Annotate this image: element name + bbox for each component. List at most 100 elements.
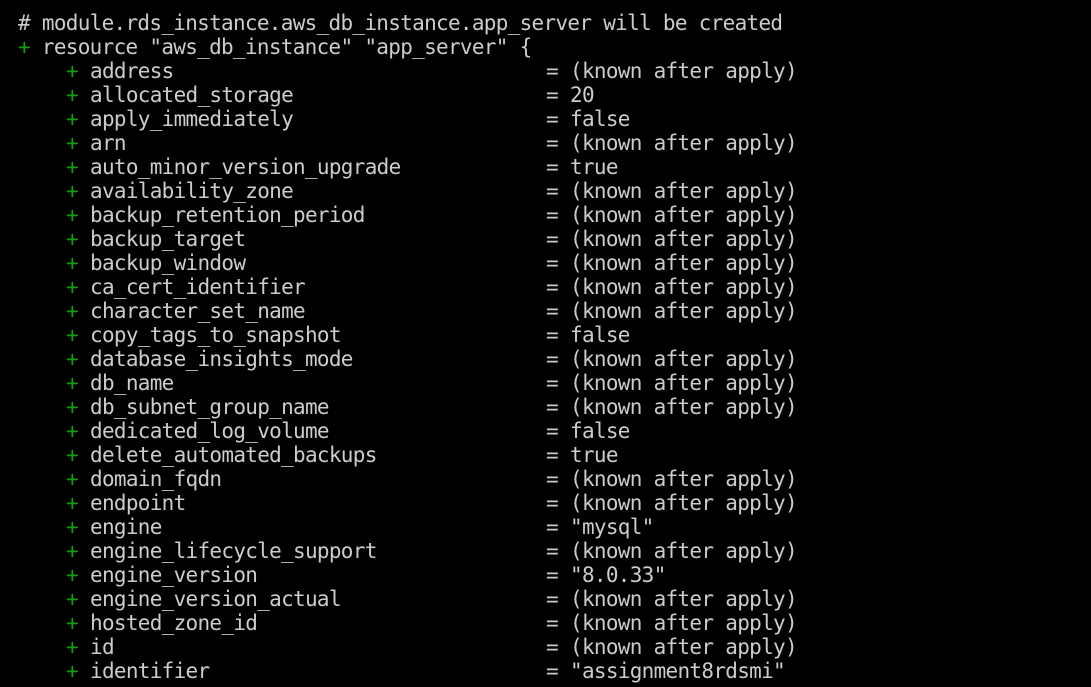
attribute-value: false <box>570 323 630 347</box>
add-marker: + <box>66 203 79 227</box>
attribute-value: (known after apply) <box>570 635 798 659</box>
attribute-value: true <box>570 443 618 467</box>
attribute-key: backup_retention_period <box>90 203 365 227</box>
add-marker: + <box>66 275 79 299</box>
equals-sign: = <box>546 251 559 275</box>
attribute-value: false <box>570 107 630 131</box>
attribute-key: allocated_storage <box>90 83 294 107</box>
attribute-value: (known after apply) <box>570 299 798 323</box>
add-marker: + <box>66 587 79 611</box>
add-marker: + <box>66 59 79 83</box>
equals-sign: = <box>546 275 559 299</box>
attribute-key: engine_lifecycle_support <box>90 539 377 563</box>
attribute-key: address <box>90 59 174 83</box>
attribute-value: (known after apply) <box>570 227 798 251</box>
attribute-key: ca_cert_identifier <box>90 275 306 299</box>
attribute-value: (known after apply) <box>570 203 798 227</box>
add-marker: + <box>66 419 79 443</box>
attribute-key: dedicated_log_volume <box>90 419 330 443</box>
add-marker: + <box>66 179 79 203</box>
equals-sign: = <box>546 155 559 179</box>
add-marker: + <box>66 323 79 347</box>
terminal-window[interactable]: # module.rds_instance.aws_db_instance.ap… <box>0 0 1091 687</box>
resource-declaration-line: + resource "aws_db_instance" "app_server… <box>18 35 532 59</box>
add-marker: + <box>66 131 79 155</box>
add-marker: + <box>66 371 79 395</box>
equals-sign: = <box>546 539 559 563</box>
attribute-key: database_insights_mode <box>90 347 353 371</box>
attribute-key: hosted_zone_id <box>90 611 258 635</box>
equals-sign: = <box>546 131 559 155</box>
add-marker: + <box>66 563 79 587</box>
add-marker: + <box>66 395 79 419</box>
attribute-key: backup_window <box>90 251 246 275</box>
equals-sign: = <box>546 515 559 539</box>
equals-sign: = <box>546 299 559 323</box>
attribute-value: (known after apply) <box>570 395 798 419</box>
equals-sign: = <box>546 203 559 227</box>
attribute-value: true <box>570 155 618 179</box>
equals-sign: = <box>546 443 559 467</box>
attribute-key: backup_target <box>90 227 246 251</box>
equals-sign: = <box>546 563 559 587</box>
attribute-key: arn <box>90 131 127 155</box>
add-marker: + <box>18 35 31 59</box>
attribute-value: (known after apply) <box>570 539 798 563</box>
add-marker: + <box>66 299 79 323</box>
add-marker: + <box>66 515 79 539</box>
add-marker: + <box>66 539 79 563</box>
add-marker: + <box>66 83 79 107</box>
attribute-value: "assignment8rdsmi" <box>570 659 786 683</box>
equals-sign: = <box>546 395 559 419</box>
plan-header-comment: # module.rds_instance.aws_db_instance.ap… <box>18 11 783 35</box>
add-marker: + <box>66 155 79 179</box>
equals-sign: = <box>546 587 559 611</box>
equals-sign: = <box>546 635 559 659</box>
add-marker: + <box>66 107 79 131</box>
equals-sign: = <box>546 347 559 371</box>
attribute-value: (known after apply) <box>570 251 798 275</box>
attribute-value: false <box>570 419 630 443</box>
attribute-key: db_name <box>90 371 174 395</box>
attribute-key: engine <box>90 515 162 539</box>
attribute-value: (known after apply) <box>570 131 798 155</box>
equals-sign: = <box>546 371 559 395</box>
add-marker: + <box>66 251 79 275</box>
add-marker: + <box>66 227 79 251</box>
equals-sign: = <box>546 107 559 131</box>
attribute-value: (known after apply) <box>570 275 798 299</box>
attribute-value: 20 <box>570 83 595 107</box>
attribute-value: (known after apply) <box>570 347 798 371</box>
attribute-value: "8.0.33" <box>570 563 666 587</box>
equals-sign: = <box>546 611 559 635</box>
add-marker: + <box>66 635 79 659</box>
attribute-value: (known after apply) <box>570 59 798 83</box>
attribute-key: domain_fqdn <box>90 467 222 491</box>
equals-sign: = <box>546 491 559 515</box>
equals-sign: = <box>546 227 559 251</box>
attribute-value: (known after apply) <box>570 491 798 515</box>
attribute-value: (known after apply) <box>570 371 798 395</box>
equals-sign: = <box>546 467 559 491</box>
attribute-value: (known after apply) <box>570 467 798 491</box>
equals-sign: = <box>546 179 559 203</box>
add-marker: + <box>66 611 79 635</box>
add-marker: + <box>66 659 79 683</box>
attribute-value: (known after apply) <box>570 179 798 203</box>
equals-sign: = <box>546 419 559 443</box>
attribute-key: character_set_name <box>90 299 306 323</box>
attribute-key: identifier <box>90 659 210 683</box>
attribute-key: id <box>90 635 115 659</box>
attribute-key: availability_zone <box>90 179 294 203</box>
add-marker: + <box>66 443 79 467</box>
attribute-key: engine_version_actual <box>90 587 342 611</box>
attribute-value: "mysql" <box>570 515 654 539</box>
attribute-value: (known after apply) <box>570 587 798 611</box>
equals-sign: = <box>546 59 559 83</box>
add-marker: + <box>66 467 79 491</box>
resource-declaration: resource "aws_db_instance" "app_server" … <box>41 35 532 59</box>
equals-sign: = <box>546 83 559 107</box>
attribute-key: apply_immediately <box>90 107 294 131</box>
add-marker: + <box>66 491 79 515</box>
equals-sign: = <box>546 659 559 683</box>
